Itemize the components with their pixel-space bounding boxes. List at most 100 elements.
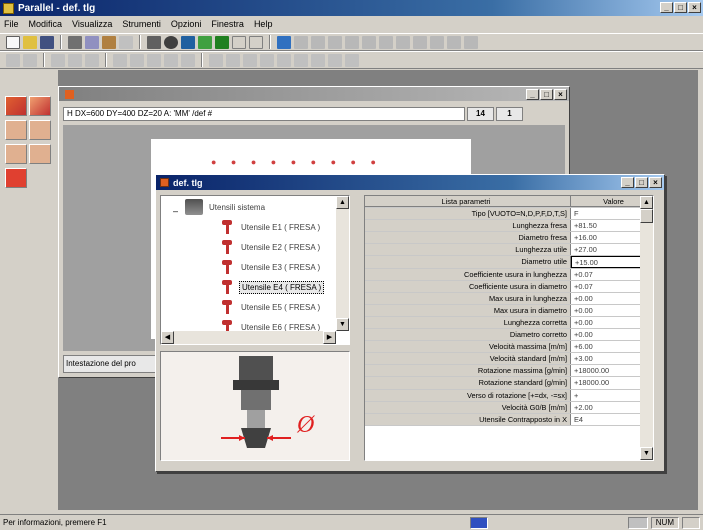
scroll-right-icon[interactable]: ▶ bbox=[323, 331, 336, 344]
table-row[interactable]: Rotazione massima [g/min] +18000.00 bbox=[365, 365, 653, 378]
table-row[interactable]: Diametro corretto +0.00 bbox=[365, 329, 653, 342]
scroll-thumb[interactable] bbox=[640, 209, 653, 223]
dialog-maximize-button[interactable]: □ bbox=[635, 177, 648, 188]
dialog-close-button[interactable]: × bbox=[649, 177, 662, 188]
tool-t-profile-icon[interactable] bbox=[29, 120, 51, 140]
tree-root[interactable]: Utensili sistema bbox=[185, 198, 267, 216]
monitor-icon[interactable] bbox=[181, 35, 195, 49]
run-icon[interactable] bbox=[215, 35, 229, 49]
context-help-icon[interactable] bbox=[249, 35, 263, 49]
table-row[interactable]: Lunghezza utile +27.00 bbox=[365, 244, 653, 257]
table-row[interactable]: Tipo [VUOTO=N,D,P,F,D,T,S] F bbox=[365, 208, 653, 221]
tool-t-angle-icon[interactable] bbox=[5, 144, 27, 164]
maximize-button[interactable]: □ bbox=[674, 2, 687, 13]
column-header-param: Lista parametri bbox=[365, 196, 571, 208]
table-row[interactable]: Max usura in lunghezza +0.00 bbox=[365, 292, 653, 305]
table-row[interactable]: Max usura in diametro +0.00 bbox=[365, 304, 653, 317]
print-icon[interactable] bbox=[147, 35, 161, 49]
menu-opzioni[interactable]: Opzioni bbox=[171, 19, 202, 29]
tree-item[interactable]: Utensile E3 ( FRESA ) bbox=[219, 258, 322, 276]
cutter-icon bbox=[219, 219, 235, 235]
scroll-up-icon[interactable]: ▲ bbox=[640, 196, 653, 209]
save-icon[interactable] bbox=[40, 35, 54, 49]
disabled-tool-icon bbox=[311, 53, 325, 67]
tree-item[interactable]: Utensile E2 ( FRESA ) bbox=[219, 238, 322, 256]
app-title: Parallel - def. tlg bbox=[18, 2, 96, 14]
table-row[interactable]: Coefficiente usura in diametro +0.07 bbox=[365, 280, 653, 293]
toolbar-separator bbox=[139, 35, 141, 49]
tree-collapse-icon[interactable]: – bbox=[173, 206, 178, 216]
disabled-tool-icon bbox=[277, 53, 291, 67]
scroll-left-icon[interactable]: ◀ bbox=[161, 331, 174, 344]
menu-help[interactable]: Help bbox=[254, 19, 273, 29]
table-row[interactable]: Lunghezza corretta +0.00 bbox=[365, 316, 653, 330]
disabled-tool-icon bbox=[164, 53, 178, 67]
menu-visualizza[interactable]: Visualizza bbox=[72, 19, 112, 29]
param-name: Coefficiente usura in diametro bbox=[365, 280, 571, 292]
disabled-tool-icon bbox=[68, 53, 82, 67]
menu-finestra[interactable]: Finestra bbox=[211, 19, 244, 29]
param-name: Velocità G0/B [m/m] bbox=[365, 401, 571, 413]
tool-red-profile-icon[interactable] bbox=[29, 96, 51, 116]
tree-item[interactable]: Utensile E5 ( FRESA ) bbox=[219, 298, 322, 316]
disabled-tool-icon bbox=[6, 53, 20, 67]
tool-angle-icon[interactable] bbox=[29, 144, 51, 164]
disabled-tool-icon bbox=[85, 53, 99, 67]
disabled-tool-icon bbox=[328, 53, 342, 67]
table-row[interactable]: Velocità massima [m/m] +6.00 bbox=[365, 341, 653, 354]
disabled-tool-icon bbox=[260, 53, 274, 67]
drawing-minimize-button[interactable]: _ bbox=[526, 89, 539, 100]
toolbar-separator bbox=[269, 35, 271, 49]
tree-vertical-scrollbar[interactable]: ▲ ▼ bbox=[336, 196, 349, 331]
menu-modifica[interactable]: Modifica bbox=[29, 19, 63, 29]
menu-file[interactable]: File bbox=[4, 19, 19, 29]
open-folder-icon[interactable] bbox=[23, 35, 37, 49]
tree-item-selected[interactable]: Utensile E4 ( FRESA ) bbox=[219, 278, 325, 296]
paste-icon[interactable] bbox=[102, 35, 116, 49]
scroll-up-icon[interactable]: ▲ bbox=[336, 196, 349, 209]
table-row[interactable]: Lunghezza fresa +81.50 bbox=[365, 220, 653, 233]
disabled-tool-icon bbox=[130, 53, 144, 67]
minimize-button[interactable]: _ bbox=[660, 2, 673, 13]
toolbar-separator bbox=[105, 53, 107, 67]
copy-icon[interactable] bbox=[85, 35, 99, 49]
green-tool-icon[interactable] bbox=[198, 35, 212, 49]
table-vertical-scrollbar[interactable]: ▲ ▼ bbox=[640, 196, 653, 460]
table-row-selected[interactable]: Diametro utile +15.00 bbox=[365, 256, 653, 269]
table-row[interactable]: Diametro fresa +16.00 bbox=[365, 232, 653, 245]
disabled-tool-icon bbox=[294, 35, 308, 49]
param-name: Diametro utile bbox=[365, 256, 571, 268]
tree-item-label: Utensile E3 ( FRESA ) bbox=[241, 262, 321, 272]
scroll-down-icon[interactable]: ▼ bbox=[336, 318, 349, 331]
new-file-icon[interactable] bbox=[6, 35, 20, 49]
cut-icon[interactable] bbox=[68, 35, 82, 49]
table-row[interactable]: Velocità standard [m/m] +3.00 bbox=[365, 353, 653, 366]
undo-icon[interactable] bbox=[119, 35, 133, 49]
table-row[interactable]: Verso di rotazione [+=dx, -=sx] + bbox=[365, 389, 653, 402]
dimensions-field[interactable]: H DX=600 DY=400 DZ=20 A: 'MM' /def # bbox=[63, 107, 465, 121]
blue-tool-icon[interactable] bbox=[277, 35, 291, 49]
table-row[interactable]: Coefficiente usura in lunghezza +0.07 bbox=[365, 268, 653, 281]
help-icon[interactable] bbox=[232, 35, 246, 49]
drawing-close-button[interactable]: × bbox=[554, 89, 567, 100]
menubar: File Modifica Visualizza Strumenti Opzio… bbox=[0, 16, 703, 32]
dialog-titlebar: def. tlg _ □ × bbox=[156, 175, 664, 190]
tool-rotate-icon[interactable] bbox=[5, 168, 27, 188]
tool-t-slot-icon[interactable] bbox=[5, 120, 27, 140]
disabled-tool-icon bbox=[447, 35, 461, 49]
scroll-down-icon[interactable]: ▼ bbox=[640, 447, 653, 460]
settings-icon[interactable] bbox=[164, 35, 178, 49]
tree-item[interactable]: Utensile E1 ( FRESA ) bbox=[219, 218, 322, 236]
tree-horizontal-scrollbar[interactable]: ◀ ▶ bbox=[161, 331, 336, 344]
drawing-maximize-button[interactable]: □ bbox=[540, 89, 553, 100]
menu-strumenti[interactable]: Strumenti bbox=[122, 19, 161, 29]
dialog-minimize-button[interactable]: _ bbox=[621, 177, 634, 188]
tool-red-cutter-icon[interactable] bbox=[5, 96, 27, 116]
table-row[interactable]: Velocità G0/B [m/m] +2.00 bbox=[365, 401, 653, 414]
disabled-tool-icon bbox=[181, 53, 195, 67]
tool-tree[interactable]: – Utensili sistema Utensile E1 ( FRESA )… bbox=[160, 195, 350, 345]
table-row[interactable]: Rotazione standard [g/min] +18000.00 bbox=[365, 377, 653, 390]
table-row[interactable]: Utensile Contrapposto in X E4 bbox=[365, 413, 653, 426]
close-button[interactable]: × bbox=[688, 2, 701, 13]
parameter-table[interactable]: Lista parametri Valore Tipo [VUOTO=N,D,P… bbox=[364, 195, 654, 461]
